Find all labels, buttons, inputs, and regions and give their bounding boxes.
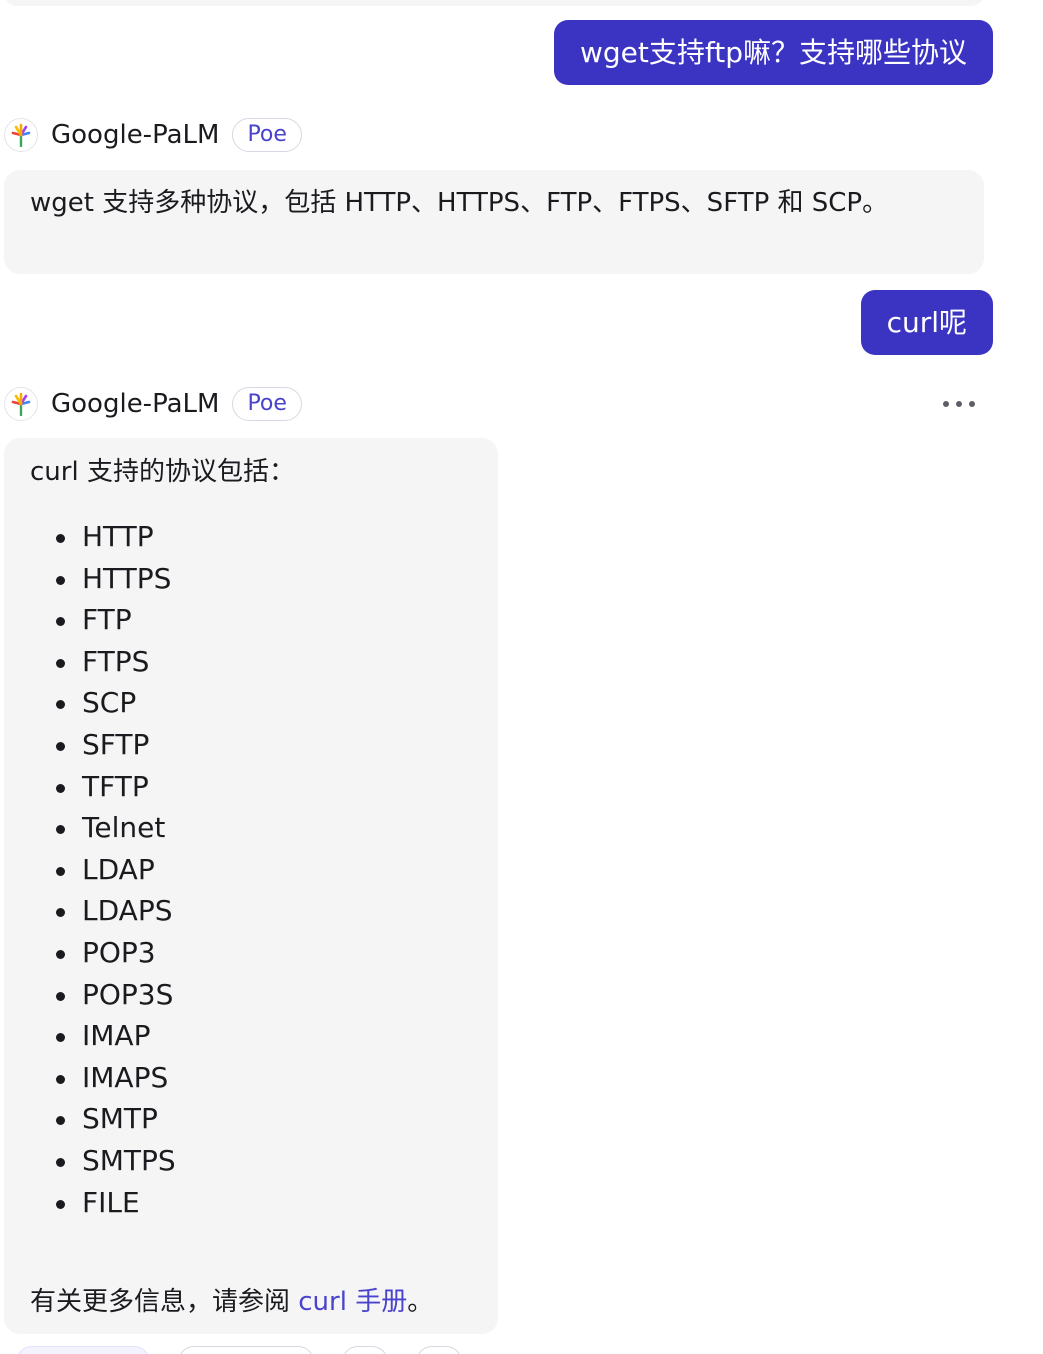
suggestion-chip[interactable] <box>16 1346 150 1354</box>
protocol-list-item: LDAPS <box>30 890 472 932</box>
more-dot <box>956 401 962 407</box>
bot-name[interactable]: Google-PaLM <box>51 120 219 150</box>
user-message-text: wget支持ftp嘛？支持哪些协议 <box>580 36 967 69</box>
curl-manual-link[interactable]: curl 手册 <box>298 1287 407 1317</box>
previous-message-bubble <box>4 0 984 6</box>
more-dot <box>969 401 975 407</box>
bot-message-bubble: curl 支持的协议包括： HTTP HTTPS FTP FTPS SCP SF… <box>4 438 498 1334</box>
footer-suffix: 。 <box>407 1287 434 1317</box>
bot-message-bubble: wget 支持多种协议，包括 HTTP、HTTPS、FTP、FTPS、SFTP … <box>4 170 984 274</box>
protocol-list-item: POP3S <box>30 974 472 1016</box>
protocol-list-item: SMTPS <box>30 1140 472 1182</box>
more-horizontal-icon[interactable] <box>943 390 975 418</box>
protocol-list-item: IMAP <box>30 1015 472 1057</box>
protocol-list-item: SFTP <box>30 724 472 766</box>
bot-message-intro: curl 支持的协议包括： <box>30 457 295 487</box>
suggestion-chip[interactable] <box>178 1346 314 1354</box>
protocol-list-item: IMAPS <box>30 1057 472 1099</box>
bot-header: Google-PaLM Poe <box>4 387 302 421</box>
palm-tree-icon[interactable] <box>4 387 38 421</box>
poe-badge: Poe <box>232 387 302 421</box>
user-message-text: curl呢 <box>886 306 967 339</box>
protocol-list: HTTP HTTPS FTP FTPS SCP SFTP TFTP Telnet… <box>30 516 472 1223</box>
bot-message-footer: 有关更多信息，请参阅 curl 手册。 <box>30 1282 433 1322</box>
protocol-list-item: TFTP <box>30 766 472 808</box>
bot-name[interactable]: Google-PaLM <box>51 389 219 419</box>
palm-tree-icon[interactable] <box>4 118 38 152</box>
protocol-list-item: SCP <box>30 682 472 724</box>
more-dot <box>943 401 949 407</box>
bot-message-text: wget 支持多种协议，包括 HTTP、HTTPS、FTP、FTPS、SFTP … <box>30 188 889 218</box>
protocol-list-item: POP3 <box>30 932 472 974</box>
protocol-list-item: FTP <box>30 599 472 641</box>
protocol-list-item: FTPS <box>30 641 472 683</box>
user-message-bubble: curl呢 <box>860 290 993 355</box>
poe-badge: Poe <box>232 118 302 152</box>
bot-header: Google-PaLM Poe <box>4 118 302 152</box>
protocol-list-item: HTTPS <box>30 558 472 600</box>
protocol-list-item: LDAP <box>30 849 472 891</box>
protocol-list-item: Telnet <box>30 807 472 849</box>
protocol-list-item: HTTP <box>30 516 472 558</box>
chat-thread: wget支持ftp嘛？支持哪些协议 Google-PaLM Poe wget 支… <box>0 0 1043 1354</box>
action-button[interactable] <box>416 1346 462 1354</box>
protocol-list-item: FILE <box>30 1182 472 1224</box>
action-button[interactable] <box>342 1346 388 1354</box>
user-message-bubble: wget支持ftp嘛？支持哪些协议 <box>554 20 993 85</box>
protocol-list-item: SMTP <box>30 1098 472 1140</box>
footer-prefix: 有关更多信息，请参阅 <box>30 1287 299 1317</box>
